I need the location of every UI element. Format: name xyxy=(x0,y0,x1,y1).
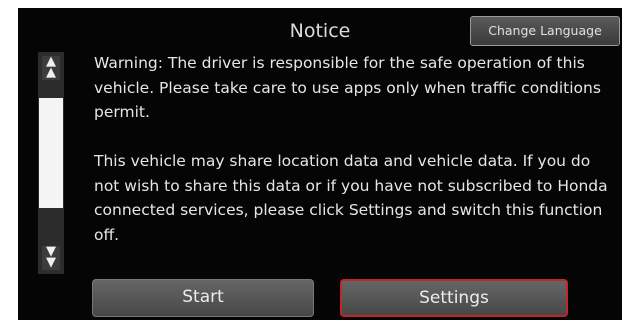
start-button[interactable]: Start xyxy=(92,279,314,317)
double-chevron-down-icon[interactable]: ▼ ▼ xyxy=(42,245,60,270)
change-language-button[interactable]: Change Language xyxy=(470,16,620,46)
notice-screen: Notice Change Language ▲ ▲ ▼ ▼ Warning: Th… xyxy=(18,8,622,320)
double-chevron-up-icon[interactable]: ▲ ▲ xyxy=(42,55,60,80)
warning-paragraph: Warning: The driver is responsible for t… xyxy=(94,54,601,121)
settings-button[interactable]: Settings xyxy=(340,279,568,317)
notice-text: Warning: The driver is responsible for t… xyxy=(94,51,614,247)
data-sharing-paragraph: This vehicle may share location data and… xyxy=(94,152,608,244)
scrollbar-thumb[interactable] xyxy=(39,98,63,208)
scrollbar[interactable]: ▲ ▲ ▼ ▼ xyxy=(38,52,64,274)
